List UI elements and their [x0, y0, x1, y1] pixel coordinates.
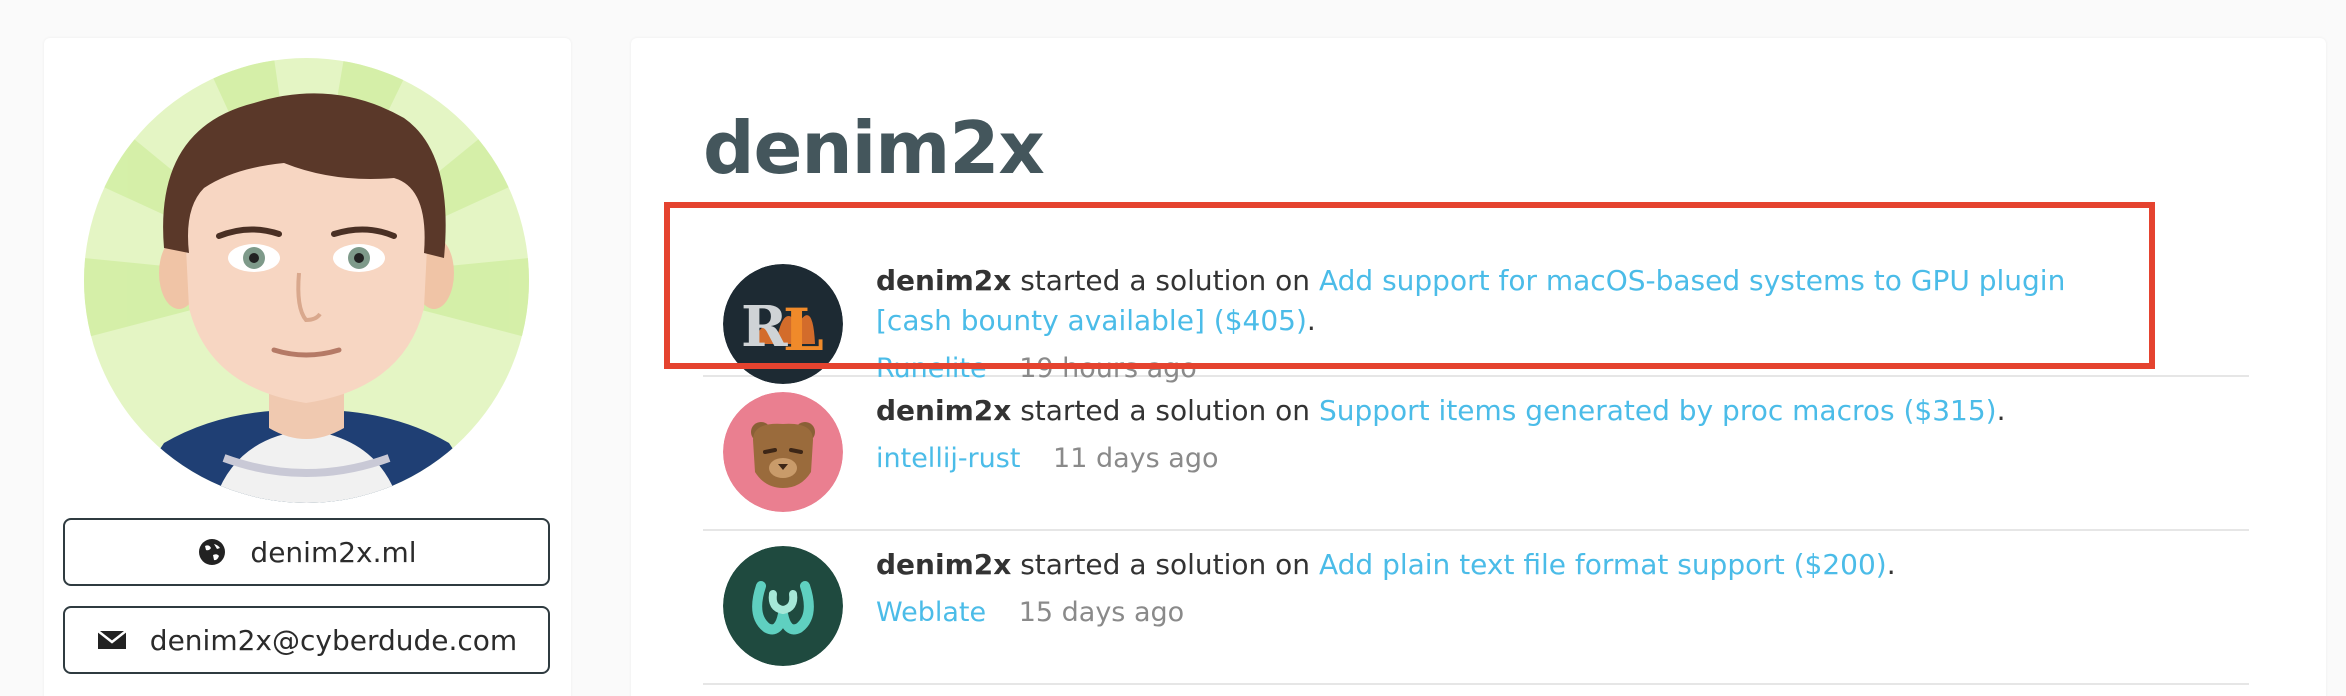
activity-content: denim2x started a solution on Add plain … [876, 548, 1896, 628]
profile-sidebar: denim2x.ml denim2x@cyberdude.com [44, 38, 571, 696]
project-link[interactable]: intellij-rust [876, 443, 1020, 474]
project-link[interactable]: Weblate [876, 597, 986, 628]
bounty-link[interactable]: Support items generated by proc macros (… [1319, 394, 1997, 427]
activity-item: denim2x started a solution on Support it… [703, 377, 2249, 531]
svg-text:L: L [783, 296, 824, 364]
bounty-link[interactable]: Add plain text file format support ($200… [1319, 548, 1887, 581]
email-label: denim2x@cyberdude.com [149, 623, 518, 657]
activity-time: 15 days ago [1018, 597, 1185, 628]
website-label: denim2x.ml [250, 535, 417, 569]
runelite-logo-icon[interactable]: R L [723, 264, 843, 384]
activity-action: started a solution on [1020, 264, 1311, 297]
weblate-logo-icon[interactable] [723, 546, 843, 666]
intellij-rust-logo-icon[interactable] [723, 392, 843, 512]
envelope-icon [96, 624, 128, 656]
activity-content: denim2x started a solution on Add suppor… [876, 264, 2066, 384]
activity-time: 11 days ago [1053, 443, 1219, 474]
website-link[interactable]: denim2x.ml [63, 518, 550, 586]
activity-action: started a solution on [1020, 394, 1311, 427]
activity-user[interactable]: denim2x [876, 394, 1011, 427]
avatar-image [84, 58, 529, 503]
avatar [84, 58, 529, 503]
activity-item: R L denim2x started a solution on Add su… [703, 208, 2249, 384]
page-title: denim2x [703, 106, 1045, 190]
activity-user[interactable]: denim2x [876, 264, 1011, 297]
activity-user[interactable]: denim2x [876, 548, 1011, 581]
activity-action: started a solution on [1020, 548, 1311, 581]
activity-list: R L denim2x started a solution on Add su… [703, 208, 2249, 685]
email-link[interactable]: denim2x@cyberdude.com [63, 606, 550, 674]
globe-icon [196, 536, 228, 568]
activity-panel: denim2x R L denim2x started a solution o… [631, 38, 2326, 696]
activity-content: denim2x started a solution on Support it… [876, 394, 2006, 474]
svg-text:R: R [741, 294, 788, 360]
activity-item: denim2x started a solution on Add plain … [703, 531, 2249, 685]
